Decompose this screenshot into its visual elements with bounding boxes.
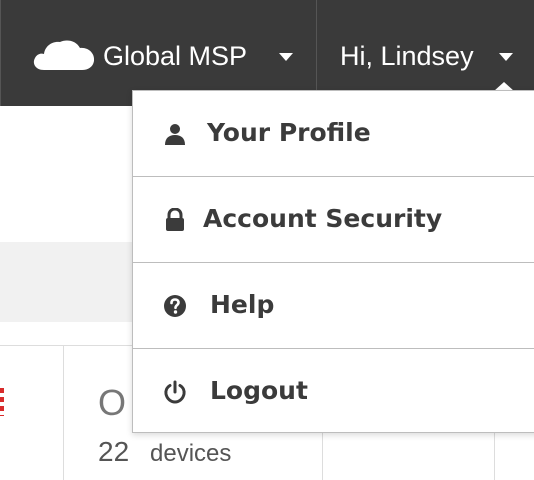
device-count: 22 (98, 436, 130, 467)
menu-item-label: Account Security (203, 204, 443, 233)
org-name: Global MSP (103, 41, 248, 71)
stat-heading: O (98, 382, 127, 423)
topbar-divider (0, 0, 1, 106)
card-divider (63, 345, 64, 480)
caret-down-icon (279, 53, 293, 61)
menu-item-help[interactable]: Help (133, 263, 534, 349)
menu-item-account-security[interactable]: Account Security (133, 177, 534, 263)
power-icon (164, 380, 186, 404)
device-count-unit: devices (150, 440, 232, 467)
user-dropdown-menu: Your Profile Account Security Help Logou… (132, 90, 534, 433)
alert-marker (0, 388, 4, 416)
user-greeting: Hi, Lindsey (340, 41, 474, 71)
menu-item-logout[interactable]: Logout (133, 349, 534, 435)
menu-item-label: Your Profile (207, 118, 371, 147)
caret-down-icon (499, 53, 513, 61)
lock-icon (166, 208, 184, 231)
menu-item-label: Help (210, 290, 275, 319)
question-circle-icon (164, 295, 186, 317)
user-icon (165, 124, 185, 145)
menu-item-label: Logout (210, 376, 308, 405)
cloud-icon (33, 40, 95, 70)
menu-item-your-profile[interactable]: Your Profile (133, 91, 534, 177)
